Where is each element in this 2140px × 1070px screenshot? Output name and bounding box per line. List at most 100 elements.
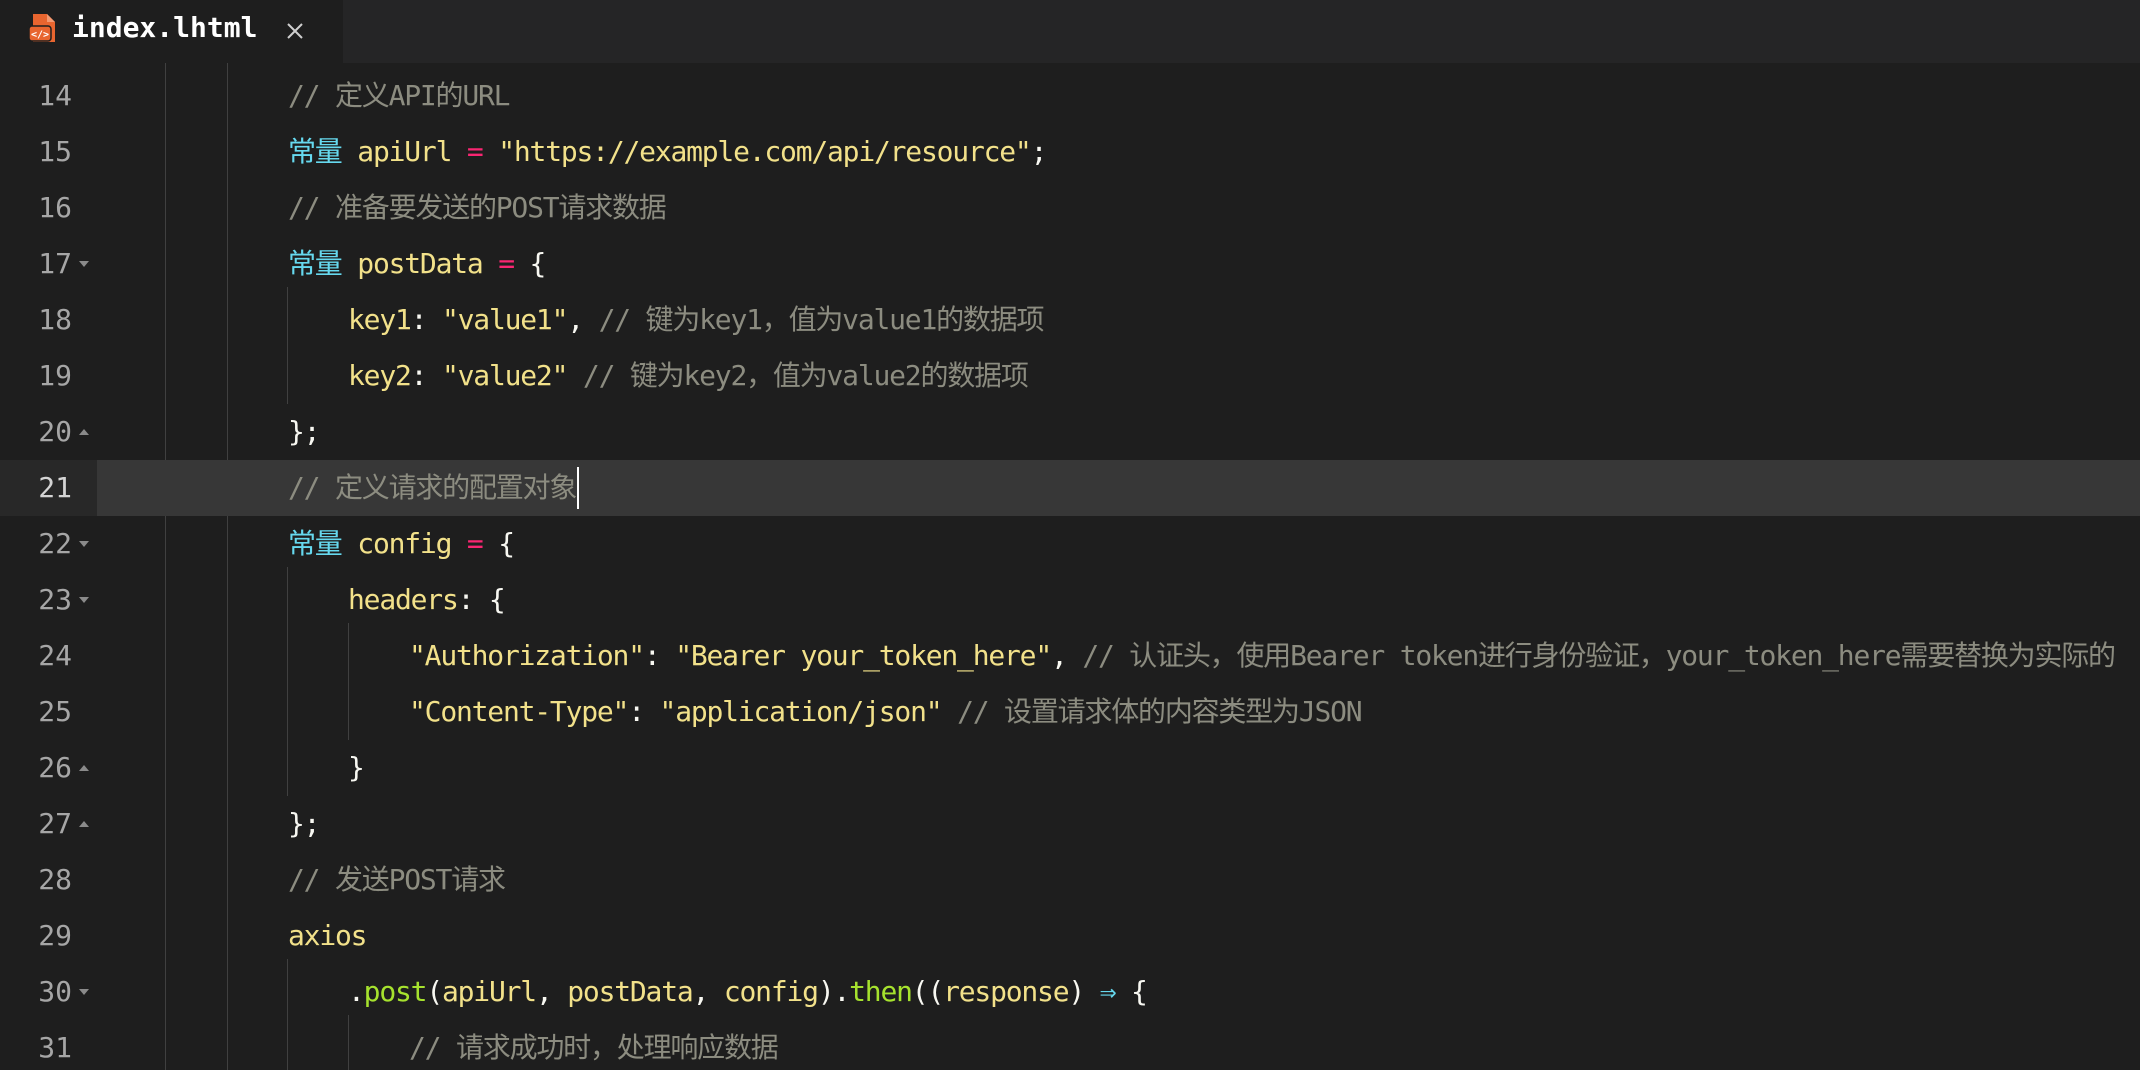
html-file-icon: </> xyxy=(28,12,58,44)
code-text: key2: "value2" // 键为key2，值为value2的数据项 xyxy=(348,348,1029,404)
code-text: // 发送POST请求 xyxy=(288,852,506,908)
line-number: 31 xyxy=(38,1031,72,1064)
code-token: , xyxy=(567,303,599,336)
code-token: : xyxy=(643,639,676,672)
fold-expanded-icon[interactable] xyxy=(77,516,91,572)
tab-index-lhtml[interactable]: </> index.lhtml xyxy=(0,0,343,63)
code-token: 常量 xyxy=(288,527,343,560)
line-number: 20 xyxy=(38,415,72,448)
code-line[interactable]: 26} xyxy=(0,740,2140,796)
code-text: // 准备要发送的POST请求数据 xyxy=(288,180,667,236)
code-line[interactable]: 20}; xyxy=(0,404,2140,460)
code-line[interactable]: 16 // 准备要发送的POST请求数据 xyxy=(0,180,2140,236)
code-token: post xyxy=(363,975,428,1008)
editor-pane[interactable]: 14 // 定义API的URL 15 常量 apiUrl = "https://exa… xyxy=(0,63,2140,1070)
code-line[interactable]: 27}; xyxy=(0,796,2140,852)
code-line[interactable]: 17 常量 postData = { xyxy=(0,236,2140,292)
fold-expanded-icon[interactable] xyxy=(77,964,91,1020)
line-number: 23 xyxy=(38,583,72,616)
code-token: ; xyxy=(1030,135,1048,168)
code-token: ) xyxy=(1068,975,1100,1008)
code-token: "Authorization" xyxy=(409,639,645,672)
fold-expanded-icon[interactable] xyxy=(77,236,91,292)
line-number: 26 xyxy=(38,751,72,784)
code-token: then xyxy=(849,975,913,1008)
code-line[interactable]: 22 常量 config = { xyxy=(0,516,2140,572)
close-icon[interactable] xyxy=(278,14,312,48)
code-token: = xyxy=(451,135,499,168)
line-number: 24 xyxy=(38,639,72,672)
code-token: , xyxy=(692,975,724,1008)
line-number: 30 xyxy=(38,975,72,1008)
line-number: 28 xyxy=(38,863,72,896)
code-line[interactable]: 18 key1: "value1", // 键为key1，值为value1的数据项 xyxy=(0,292,2140,348)
line-number: 22 xyxy=(38,527,72,560)
code-token: "application/json" xyxy=(659,695,943,728)
code-text: } xyxy=(348,740,365,796)
code-token: "Content-Type" xyxy=(409,695,629,728)
code-text: key1: "value1", // 键为key1，值为value1的数据项 xyxy=(348,292,1045,348)
code-token: config xyxy=(723,975,819,1008)
line-number: 29 xyxy=(38,919,72,952)
fold-end-icon[interactable] xyxy=(77,404,91,460)
code-line[interactable]: 19 key2: "value2" // 键为key2，值为value2的数据项 xyxy=(0,348,2140,404)
code-line[interactable]: 15 常量 apiUrl = "https://example.com/api/r… xyxy=(0,124,2140,180)
tab-bar: </> index.lhtml xyxy=(0,0,2140,63)
fold-end-icon[interactable] xyxy=(77,740,91,796)
tab-label: index.lhtml xyxy=(72,11,258,44)
code-token: , xyxy=(535,975,568,1008)
code-token: }; xyxy=(288,807,321,840)
line-number: 16 xyxy=(38,191,72,224)
code-line[interactable]: 21 // 定义请求的配置对象 xyxy=(0,460,2140,516)
code-line[interactable]: 24 "Authorization": "Bearer your_token_he… xyxy=(0,628,2140,684)
code-text: headers: { xyxy=(348,572,506,628)
code-token: // 准备要发送的POST请求数据 xyxy=(288,191,667,224)
code-text: }; xyxy=(288,404,321,460)
code-token: "value2" xyxy=(441,359,568,392)
code-token: // 认证头，使用Bearer token进行身份验证，your_token_h… xyxy=(1082,639,2116,672)
code-token: 常量 xyxy=(288,247,343,280)
code-line[interactable]: 28 // 发送POST请求 xyxy=(0,852,2140,908)
code-token: } xyxy=(348,751,365,784)
code-text: }; xyxy=(288,796,321,852)
line-number: 21 xyxy=(38,471,72,504)
code-token: : { xyxy=(457,583,506,616)
code-token: postData xyxy=(567,975,693,1008)
line-number: 18 xyxy=(38,303,72,336)
line-number: 27 xyxy=(38,807,72,840)
code-token: postData xyxy=(357,247,483,280)
code-token: "https://example.com/api/resource" xyxy=(498,135,1032,168)
code-token: ). xyxy=(817,975,851,1008)
code-token: config xyxy=(357,527,452,560)
code-line[interactable]: 25 "Content-Type": "application/json" // … xyxy=(0,684,2140,740)
code-token: ⇒ xyxy=(1099,975,1117,1008)
code-token: . xyxy=(348,975,365,1008)
code-text: 常量 postData = { xyxy=(288,236,546,292)
fold-end-icon[interactable] xyxy=(77,796,91,852)
code-line[interactable]: 29 axios xyxy=(0,908,2140,964)
text-cursor xyxy=(577,467,579,509)
code-token: "value1" xyxy=(441,303,568,336)
code-token: headers xyxy=(348,583,459,616)
code-token: { xyxy=(1115,975,1148,1008)
line-number: 15 xyxy=(38,135,72,168)
line-number: 25 xyxy=(38,695,72,728)
code-line[interactable]: 30 .post(apiUrl, postData, config).then((… xyxy=(0,964,2140,1020)
code-token: { xyxy=(498,527,515,560)
code-line[interactable]: 31 // 请求成功时，处理响应数据 xyxy=(0,1020,2140,1070)
code-token: // 键为key2，值为value2的数据项 xyxy=(582,359,1029,392)
code-token: = xyxy=(482,247,530,280)
code-token: // 定义请求的配置对象 xyxy=(288,471,577,504)
code-token: // 键为key1，值为value1的数据项 xyxy=(598,303,1045,336)
fold-expanded-icon[interactable] xyxy=(77,572,91,628)
code-text: "Authorization": "Bearer your_token_here… xyxy=(409,628,2116,684)
code-text: "Content-Type": "application/json" // 设置… xyxy=(409,684,1363,740)
code-token: }; xyxy=(288,415,321,448)
code-line[interactable]: 14 // 定义API的URL xyxy=(0,68,2140,124)
svg-text:</>: </> xyxy=(31,30,49,41)
line-number: 17 xyxy=(38,247,72,280)
code-line[interactable]: 23 headers: { xyxy=(0,572,2140,628)
